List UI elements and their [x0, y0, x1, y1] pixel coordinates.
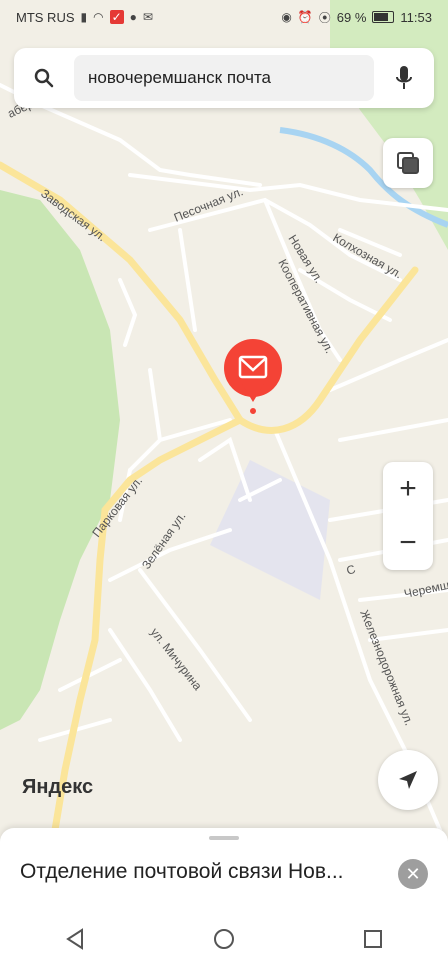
status-bar: MTS RUS ▮ ◠ ✓ ● ✉ ◉ ⏰ ⦿ 69 % 11:53 [0, 0, 448, 34]
battery-icon [372, 11, 395, 23]
clock: 11:53 [400, 9, 432, 25]
place-card[interactable]: Отделение почтовой связи Нов... [0, 828, 448, 918]
search-bar[interactable]: новочеремшанск почта [14, 48, 434, 108]
location-icon: ⦿ [318, 10, 331, 25]
zoom-in-button[interactable]: + [383, 462, 433, 516]
eye-icon: ◉ [281, 10, 292, 24]
yandex-logo: Яндекс [22, 776, 94, 798]
locate-me-button[interactable] [378, 750, 438, 810]
back-icon[interactable] [55, 924, 95, 954]
signal-icon: ▮ [80, 10, 88, 24]
place-card-title[interactable]: Отделение почтовой связи Нов... [20, 860, 380, 884]
layers-icon [397, 152, 419, 174]
search-icon[interactable] [14, 48, 74, 108]
navigation-arrow-icon [399, 771, 417, 789]
sheet-handle[interactable] [209, 836, 239, 840]
mail-icon: ✉ [142, 10, 153, 24]
wifi-icon: ◠ [93, 10, 104, 24]
alarm-icon: ⏰ [297, 10, 313, 24]
carrier-name: MTS RUS [16, 9, 75, 25]
zoom-controls: + − [383, 462, 433, 570]
search-input[interactable]: новочеремшанск почта [74, 55, 374, 101]
battery-percent: 69 % [336, 9, 367, 25]
system-nav-bar [0, 918, 448, 960]
home-icon[interactable] [204, 924, 244, 954]
layers-button[interactable] [383, 138, 433, 188]
chat-icon: ● [129, 10, 137, 24]
microphone-icon[interactable] [374, 48, 434, 108]
close-icon[interactable]: ✕ [398, 859, 428, 889]
notification-icon: ✓ [109, 10, 124, 24]
recent-apps-icon[interactable] [353, 924, 393, 954]
map-canvas[interactable]: Заводская ул. абережная ул. Песочная ул.… [0, 0, 448, 830]
zoom-out-button[interactable]: − [383, 516, 433, 570]
